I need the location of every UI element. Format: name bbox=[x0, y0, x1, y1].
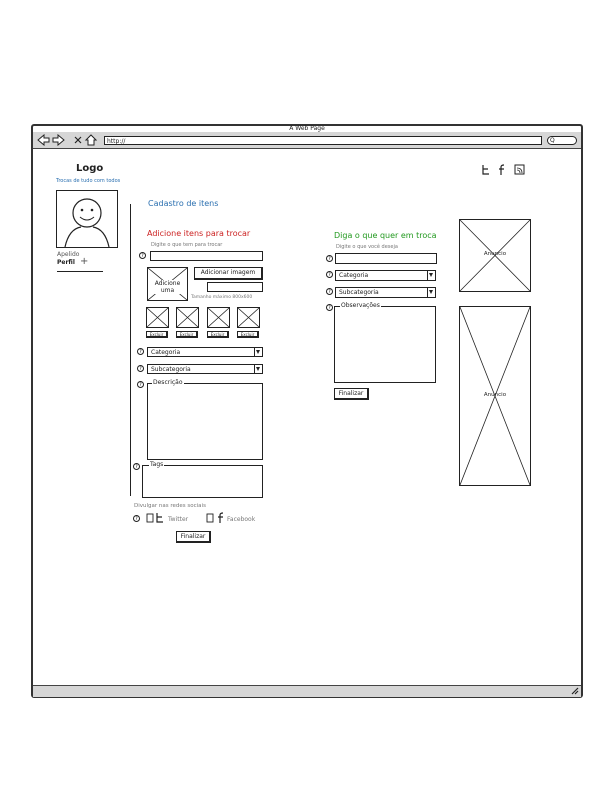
image-placeholder-icon bbox=[208, 308, 229, 327]
thumbnail[interactable] bbox=[237, 307, 260, 328]
profile-link[interactable]: Perfil bbox=[57, 259, 75, 266]
description-textarea[interactable] bbox=[147, 383, 263, 460]
item-name-hint: Digite o que tem para trocar bbox=[151, 242, 223, 248]
delete-thumbnail-button[interactable]: Excluir bbox=[176, 331, 198, 338]
category-select[interactable]: Categoria bbox=[147, 347, 263, 357]
wants-category-value: Categoria bbox=[339, 272, 369, 279]
wants-hint: Digite o que você deseja bbox=[336, 244, 398, 250]
delete-thumbnail-button[interactable]: Excluir bbox=[207, 331, 229, 338]
logo[interactable]: Logo bbox=[76, 163, 103, 174]
facebook-icon bbox=[218, 512, 224, 523]
image-path-input[interactable] bbox=[207, 282, 263, 292]
subcategory-select[interactable]: Subcategoria bbox=[147, 364, 263, 374]
twitter-share bbox=[146, 513, 163, 523]
wants-category-select[interactable]: Categoria bbox=[335, 270, 436, 281]
ad-top-label: Anuncio bbox=[483, 251, 507, 257]
facebook-checkbox[interactable] bbox=[206, 513, 214, 523]
chevron-down-icon bbox=[254, 348, 262, 356]
social-links bbox=[482, 164, 525, 175]
thumbnail[interactable] bbox=[146, 307, 169, 328]
thumbnail[interactable] bbox=[176, 307, 199, 328]
help-icon[interactable]: ? bbox=[326, 288, 333, 295]
url-bar[interactable]: http:// bbox=[104, 136, 542, 145]
wants-subcategory-value: Subcategoria bbox=[339, 289, 379, 296]
main-image-placeholder[interactable]: Adicione uma bbox=[147, 267, 188, 301]
image-placeholder-icon bbox=[238, 308, 259, 327]
avatar[interactable] bbox=[56, 190, 118, 248]
help-icon[interactable]: ? bbox=[326, 304, 333, 311]
ad-banner-top[interactable]: Anuncio bbox=[459, 219, 531, 292]
delete-thumbnail-button[interactable]: Excluir bbox=[237, 331, 259, 338]
browser-nav-controls bbox=[37, 134, 97, 146]
chevron-down-icon bbox=[427, 288, 435, 297]
help-icon[interactable]: ? bbox=[133, 463, 140, 470]
twitter-icon[interactable] bbox=[482, 165, 489, 175]
subcategory-select-value: Subcategoria bbox=[151, 366, 191, 373]
twitter-icon bbox=[156, 513, 163, 523]
profile-divider bbox=[57, 271, 103, 272]
search-icon: Q bbox=[550, 137, 555, 144]
item-name-input[interactable] bbox=[150, 251, 263, 261]
help-icon[interactable]: ? bbox=[326, 271, 333, 278]
add-image-button[interactable]: Adicionar imagem bbox=[194, 267, 263, 280]
wants-input[interactable] bbox=[335, 253, 437, 264]
help-icon[interactable]: ? bbox=[137, 348, 144, 355]
help-icon[interactable]: ? bbox=[139, 252, 146, 259]
forward-icon[interactable] bbox=[52, 134, 65, 146]
ad-bottom-label: Anuncio bbox=[483, 392, 507, 398]
help-icon[interactable]: ? bbox=[137, 365, 144, 372]
main-image-label: Adicione uma bbox=[148, 280, 187, 294]
home-icon[interactable] bbox=[84, 134, 97, 146]
back-icon[interactable] bbox=[37, 134, 50, 146]
wants-heading: Diga o que quer em troca bbox=[334, 231, 437, 240]
tags-label: Tags bbox=[149, 461, 165, 468]
twitter-label: Twitter bbox=[168, 516, 189, 523]
ad-banner-bottom[interactable]: Anuncio bbox=[459, 306, 531, 486]
nickname: Apelido bbox=[57, 251, 80, 258]
finish-items-button[interactable]: Finalizar bbox=[176, 531, 211, 543]
description-label: Descrição bbox=[152, 379, 184, 386]
delete-thumbnail-button[interactable]: Excluir bbox=[146, 331, 168, 338]
chevron-down-icon bbox=[427, 271, 435, 280]
content-divider bbox=[130, 204, 131, 496]
help-icon[interactable]: ? bbox=[326, 255, 333, 262]
finish-wants-button[interactable]: Finalizar bbox=[334, 388, 369, 400]
tagline: Trocas de tudo com todos bbox=[56, 178, 121, 184]
add-profile-icon[interactable]: + bbox=[80, 256, 88, 267]
facebook-icon[interactable] bbox=[499, 164, 505, 175]
help-icon[interactable]: ? bbox=[133, 515, 140, 522]
category-select-value: Categoria bbox=[151, 349, 181, 356]
image-size-hint: Tamanho máximo 800x600 bbox=[191, 295, 253, 300]
help-icon[interactable]: ? bbox=[137, 381, 144, 388]
resize-grip-icon[interactable] bbox=[571, 687, 580, 695]
observations-label: Observações bbox=[340, 302, 381, 309]
chevron-down-icon bbox=[254, 365, 262, 373]
add-items-heading: Adicione itens para trocar bbox=[147, 229, 251, 238]
browser-search-box[interactable]: Q bbox=[547, 136, 577, 145]
facebook-share bbox=[206, 512, 224, 523]
image-placeholder-icon bbox=[177, 308, 198, 327]
page-title: Cadastro de itens bbox=[148, 199, 219, 208]
user-avatar-icon bbox=[64, 198, 110, 247]
share-label: Divulgar nas redes sociais bbox=[134, 503, 206, 509]
observations-textarea[interactable] bbox=[334, 306, 436, 383]
image-placeholder-icon bbox=[147, 308, 168, 327]
twitter-checkbox[interactable] bbox=[146, 513, 154, 523]
rss-icon[interactable] bbox=[514, 164, 525, 175]
status-bar bbox=[33, 685, 581, 697]
wants-subcategory-select[interactable]: Subcategoria bbox=[335, 287, 436, 298]
tags-textarea[interactable] bbox=[142, 465, 263, 498]
stop-icon[interactable] bbox=[74, 136, 82, 144]
facebook-label: Facebook bbox=[227, 516, 256, 523]
thumbnail[interactable] bbox=[207, 307, 230, 328]
